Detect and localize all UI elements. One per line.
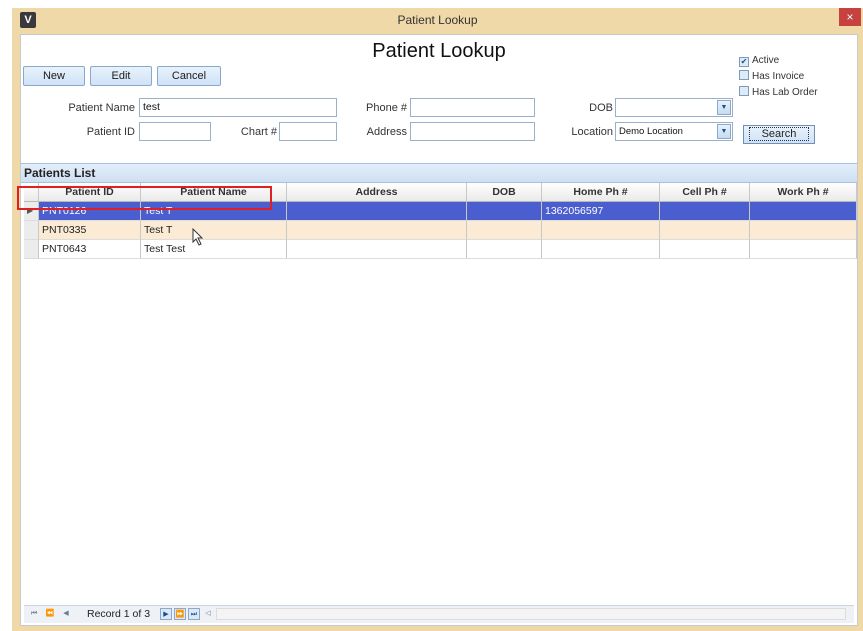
active-checkbox[interactable]: ✔ Active [739, 55, 779, 67]
record-navigator: ⏮ ⏪ ◀ Record 1 of 3 ▶ ⏩ ⏭ ◁ [24, 605, 854, 623]
table-row[interactable]: PNT0643 Test Test [24, 240, 857, 259]
has-invoice-label: Has Invoice [752, 71, 805, 82]
location-value: Demo Location [619, 126, 683, 137]
column-header-dob[interactable]: DOB [467, 183, 542, 202]
chevron-down-icon[interactable]: ▼ [717, 124, 731, 139]
column-header-address[interactable]: Address [287, 183, 467, 202]
cell-address[interactable] [287, 202, 467, 221]
search-button-label: Search [748, 127, 810, 141]
location-label: Location [571, 126, 613, 138]
phone-field[interactable] [410, 98, 535, 117]
phone-label: Phone # [366, 102, 407, 114]
edit-button[interactable]: Edit [90, 66, 152, 86]
cell-cell-phone[interactable] [660, 221, 750, 240]
address-field[interactable] [410, 122, 535, 141]
selection-highlight-annotation [17, 186, 272, 210]
patients-grid: Patient ID Patient Name Address DOB Home… [24, 183, 857, 603]
new-button[interactable]: New [23, 66, 85, 86]
has-lab-order-label: Has Lab Order [752, 87, 818, 98]
chart-label: Chart # [240, 126, 277, 138]
cell-cell-phone[interactable] [660, 202, 750, 221]
column-header-work-phone[interactable]: Work Ph # [750, 183, 857, 202]
cell-work-phone[interactable] [750, 240, 857, 259]
record-counter: Record 1 of 3 [87, 608, 151, 620]
title-bar: V Patient Lookup × [12, 8, 863, 34]
cell-patient-name[interactable]: Test Test [141, 240, 287, 259]
location-combo[interactable]: Demo Location ▼ [615, 122, 733, 141]
row-selector[interactable] [24, 240, 39, 259]
search-button[interactable]: Search [743, 125, 815, 144]
patients-list-header: Patients List [21, 163, 857, 183]
cell-dob[interactable] [467, 202, 542, 221]
cell-home-phone[interactable] [542, 221, 660, 240]
address-label: Address [366, 126, 407, 138]
cell-work-phone[interactable] [750, 202, 857, 221]
horizontal-scrollbar[interactable] [216, 608, 846, 620]
cell-address[interactable] [287, 221, 467, 240]
close-button[interactable]: × [839, 8, 861, 26]
form-body: Patient Lookup New Edit Cancel Patient N… [20, 34, 858, 626]
patient-name-label: Patient Name [68, 102, 135, 114]
column-header-home-phone[interactable]: Home Ph # [542, 183, 660, 202]
checkbox-checked-icon: ✔ [739, 57, 749, 67]
cell-patient-id[interactable]: PNT0643 [39, 240, 141, 259]
cell-dob[interactable] [467, 221, 542, 240]
chart-field[interactable] [279, 122, 337, 141]
column-header-cell-phone[interactable]: Cell Ph # [660, 183, 750, 202]
cancel-button[interactable]: Cancel [157, 66, 221, 86]
has-invoice-checkbox[interactable]: Has Invoice [739, 70, 804, 82]
cell-cell-phone[interactable] [660, 240, 750, 259]
checkbox-unchecked-icon [739, 86, 749, 96]
checkbox-unchecked-icon [739, 70, 749, 80]
patient-id-label: Patient ID [86, 126, 135, 138]
has-lab-order-checkbox[interactable]: Has Lab Order [739, 86, 818, 98]
cell-home-phone[interactable]: 1362056597 [542, 202, 660, 221]
page-title: Patient Lookup [372, 40, 506, 62]
dob-label: DOB [589, 102, 613, 114]
dob-combo[interactable]: ▼ [615, 98, 733, 117]
active-label: Active [752, 55, 780, 66]
first-record-icon[interactable]: ⏮ [28, 608, 40, 620]
cell-patient-name[interactable]: Test T [141, 221, 287, 240]
cell-home-phone[interactable] [542, 240, 660, 259]
last-record-icon[interactable]: ⏭ [188, 608, 200, 620]
cell-dob[interactable] [467, 240, 542, 259]
row-selector[interactable] [24, 221, 39, 240]
patient-name-field[interactable]: test [139, 98, 337, 117]
previous-page-icon[interactable]: ⏪ [44, 608, 56, 620]
window-title: Patient Lookup [397, 13, 478, 27]
next-record-icon[interactable]: ▶ [160, 608, 172, 620]
add-record-icon[interactable]: ◁ [202, 608, 214, 620]
patient-id-field[interactable] [139, 122, 211, 141]
patient-lookup-window: V Patient Lookup × Patient Lookup New Ed… [12, 8, 863, 631]
mouse-cursor-icon [192, 228, 204, 246]
next-page-icon[interactable]: ⏩ [174, 608, 186, 620]
chevron-down-icon[interactable]: ▼ [717, 100, 731, 115]
cell-address[interactable] [287, 240, 467, 259]
table-row[interactable]: PNT0335 Test T [24, 221, 857, 240]
cell-work-phone[interactable] [750, 221, 857, 240]
cell-patient-id[interactable]: PNT0335 [39, 221, 141, 240]
previous-record-icon[interactable]: ◀ [60, 608, 72, 620]
